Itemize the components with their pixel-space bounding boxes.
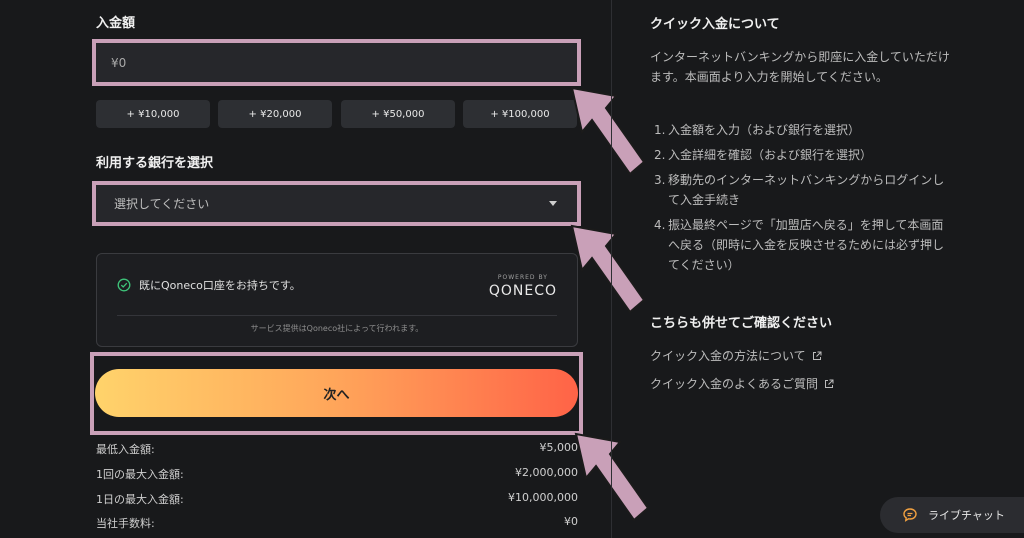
qoneco-logo: QONECO: [488, 283, 557, 299]
list-item: 2. 入金詳細を確認（および銀行を選択）: [650, 145, 950, 165]
bank-select-placeholder: 選択してください: [114, 197, 210, 211]
amount-label: 入金額: [96, 16, 136, 31]
bank-select[interactable]: 選択してください: [92, 181, 581, 226]
limit-label: 1回の最大入金額:: [96, 468, 184, 481]
arrow-icon: [570, 224, 646, 314]
quick-amount-10000-button[interactable]: + ¥10,000: [96, 100, 210, 128]
link-text: クイック入金の方法について: [650, 349, 806, 363]
limit-row-min: 最低入金額: ¥5,000: [96, 441, 578, 457]
how-to-link[interactable]: クイック入金の方法について: [650, 347, 822, 364]
list-item: 3. 移動先のインターネットバンキングからログインして入金手続き: [650, 170, 950, 210]
limit-value: ¥2,000,000: [515, 466, 578, 479]
limit-label: 最低入金額:: [96, 443, 155, 456]
step-number: 3.: [654, 173, 666, 187]
qoneco-account-card: 既にQoneco口座をお持ちです。 POWERED BY QONECO サービス…: [96, 253, 578, 347]
column-divider: [611, 0, 612, 538]
limit-label: 当社手数料:: [96, 517, 155, 530]
quick-amount-50000-button[interactable]: + ¥50,000: [341, 100, 455, 128]
step-text: 入金額を入力（および銀行を選択）: [668, 123, 861, 137]
amount-field-highlight: [92, 39, 581, 86]
step-text: 入金詳細を確認（および銀行を選択）: [668, 148, 873, 162]
step-number: 4.: [654, 218, 666, 232]
limit-row-fee: 当社手数料: ¥0: [96, 515, 578, 531]
arrow-icon: [574, 432, 650, 522]
step-number: 1.: [654, 123, 666, 137]
qoneco-account-text: 既にQoneco口座をお持ちです。: [139, 279, 301, 292]
qoneco-logo-block: POWERED BY QONECO: [489, 274, 557, 299]
also-check-title: こちらも併せてご確認ください: [650, 316, 833, 331]
limit-value: ¥10,000,000: [508, 491, 578, 504]
step-text: 移動先のインターネットバンキングからログインして入金手続き: [668, 173, 945, 207]
powered-by-label: POWERED BY: [497, 274, 548, 281]
steps-list: 1. 入金額を入力（および銀行を選択） 2. 入金詳細を確認（および銀行を選択） 3…: [650, 120, 950, 280]
amount-input[interactable]: [96, 43, 577, 82]
external-link-icon: [825, 379, 834, 388]
limit-label: 1日の最大入金額:: [96, 493, 184, 506]
arrow-icon: [570, 86, 646, 176]
limit-row-per-transaction: 1回の最大入金額: ¥2,000,000: [96, 466, 578, 482]
check-circle-icon: [117, 278, 131, 292]
next-button[interactable]: 次へ: [95, 369, 578, 417]
quick-amount-100000-button[interactable]: + ¥100,000: [463, 100, 577, 128]
external-link-icon: [812, 351, 822, 360]
qoneco-service-note: サービス提供はQoneco社によって行われます。: [250, 324, 424, 333]
chat-bubble-icon: [903, 508, 917, 522]
step-text: 振込最終ページで「加盟店へ戻る」を押して本画面へ戻る（即時に入金を反映させるため…: [668, 218, 945, 272]
chevron-down-icon: [549, 201, 557, 206]
list-item: 4. 振込最終ページで「加盟店へ戻る」を押して本画面へ戻る（即時に入金を反映させる…: [650, 215, 950, 275]
info-title: クイック入金について: [650, 17, 780, 32]
live-chat-label: ライブチャット: [928, 509, 1005, 522]
info-description: インターネットバンキングから即座に入金していただけます。本画面より入力を開始して…: [650, 50, 950, 84]
step-number: 2.: [654, 148, 666, 162]
quick-amount-20000-button[interactable]: + ¥20,000: [218, 100, 332, 128]
card-divider: [117, 315, 557, 316]
list-item: 1. 入金額を入力（および銀行を選択）: [650, 120, 950, 140]
link-text: クイック入金のよくあるご質問: [650, 377, 819, 391]
live-chat-button[interactable]: ライブチャット: [880, 497, 1024, 533]
limit-row-per-day: 1日の最大入金額: ¥10,000,000: [96, 491, 578, 507]
bank-label: 利用する銀行を選択: [96, 156, 214, 171]
faq-link[interactable]: クイック入金のよくあるご質問: [650, 375, 834, 392]
